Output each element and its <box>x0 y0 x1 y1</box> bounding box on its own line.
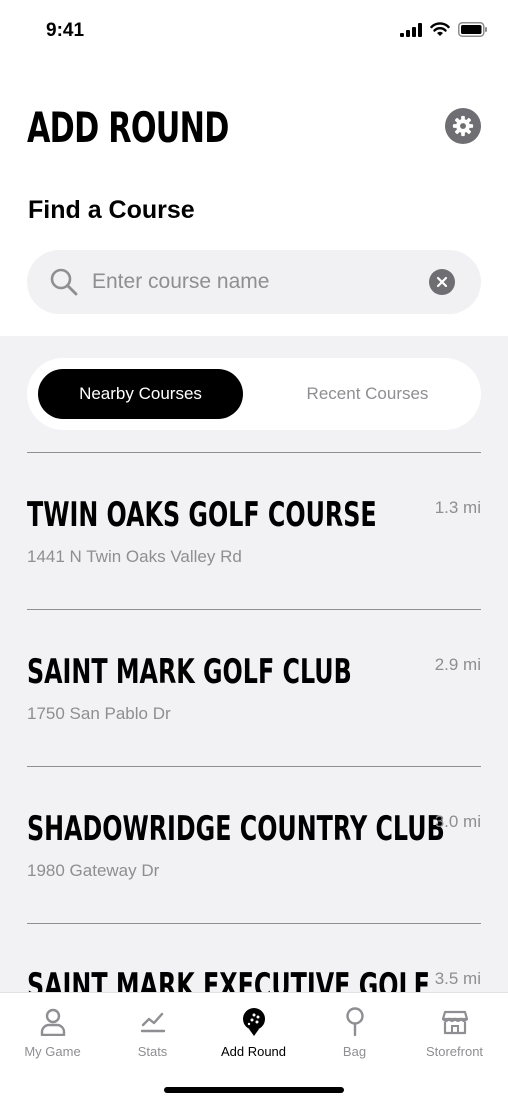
page-title: ADD ROUND <box>27 103 229 152</box>
course-list-item[interactable]: SAINT MARK GOLF CLUB 1750 San Pablo Dr 2… <box>27 609 481 767</box>
search-icon <box>50 268 78 296</box>
tab-label: My Game <box>24 1044 81 1059</box>
course-name: TWIN OAKS GOLF COURSE <box>27 495 377 535</box>
course-list-item[interactable]: TWIN OAKS GOLF COURSE 1441 N Twin Oaks V… <box>27 452 481 610</box>
tab-add-round[interactable]: Add Round <box>203 993 304 1063</box>
course-distance: 2.9 mi <box>434 655 481 674</box>
tab-bag[interactable]: Bag <box>304 993 405 1063</box>
course-name: SHADOWRIDGE COUNTRY CLUB <box>27 809 445 849</box>
tab-label: Bag <box>342 1044 367 1059</box>
course-filter-segmented-control: Nearby Courses Recent Courses <box>27 358 481 430</box>
wifi-icon <box>430 22 450 36</box>
golf-ball-icon <box>242 1008 265 1036</box>
tab-my-game[interactable]: My Game <box>2 993 103 1063</box>
course-address: 1750 San Pablo Dr <box>27 704 171 723</box>
course-list-item[interactable]: SHADOWRIDGE COUNTRY CLUB 1980 Gateway Dr… <box>27 766 481 924</box>
tab-label: Add Round <box>220 1044 287 1059</box>
course-list-area: Nearby Courses Recent Courses TWIN OAKS … <box>0 336 508 992</box>
status-time: 9:41 <box>46 20 85 41</box>
find-course-heading: Find a Course <box>28 196 195 224</box>
cellular-signal-icon <box>400 22 422 37</box>
status-icons <box>400 22 488 37</box>
bottom-tab-bar: My Game Stats Add Round Bag Storefront <box>0 992 508 1100</box>
course-distance: 3.5 mi <box>434 969 481 988</box>
tab-storefront[interactable]: Storefront <box>404 993 505 1063</box>
gear-icon <box>452 115 474 137</box>
tab-label: Stats <box>137 1044 168 1059</box>
storefront-icon <box>441 1010 468 1035</box>
home-indicator <box>164 1087 344 1093</box>
settings-button[interactable] <box>445 108 481 144</box>
course-list-item[interactable]: SAINT MARK EXECUTIVE GOLF 3.5 mi <box>27 923 481 992</box>
tab-recent-courses[interactable]: Recent Courses <box>254 369 481 419</box>
tab-stats[interactable]: Stats <box>102 993 203 1063</box>
golf-tee-icon <box>345 1007 364 1037</box>
course-name: SAINT MARK GOLF CLUB <box>27 652 352 692</box>
chart-icon <box>140 1012 165 1033</box>
status-bar: 9:41 <box>0 0 508 60</box>
battery-icon <box>458 22 487 37</box>
course-distance: 1.3 mi <box>434 498 481 517</box>
tab-nearby-courses[interactable]: Nearby Courses <box>38 369 243 419</box>
tab-label: Storefront <box>425 1044 484 1059</box>
course-address: 1441 N Twin Oaks Valley Rd <box>27 547 242 566</box>
course-search-bar <box>27 250 481 314</box>
person-icon <box>40 1008 65 1036</box>
course-address: 1980 Gateway Dr <box>27 861 160 880</box>
course-search-input[interactable] <box>92 264 412 300</box>
clear-search-button[interactable] <box>429 269 455 295</box>
close-icon <box>436 276 448 288</box>
course-name: SAINT MARK EXECUTIVE GOLF <box>27 966 430 992</box>
course-distance: 3.0 mi <box>434 812 481 831</box>
